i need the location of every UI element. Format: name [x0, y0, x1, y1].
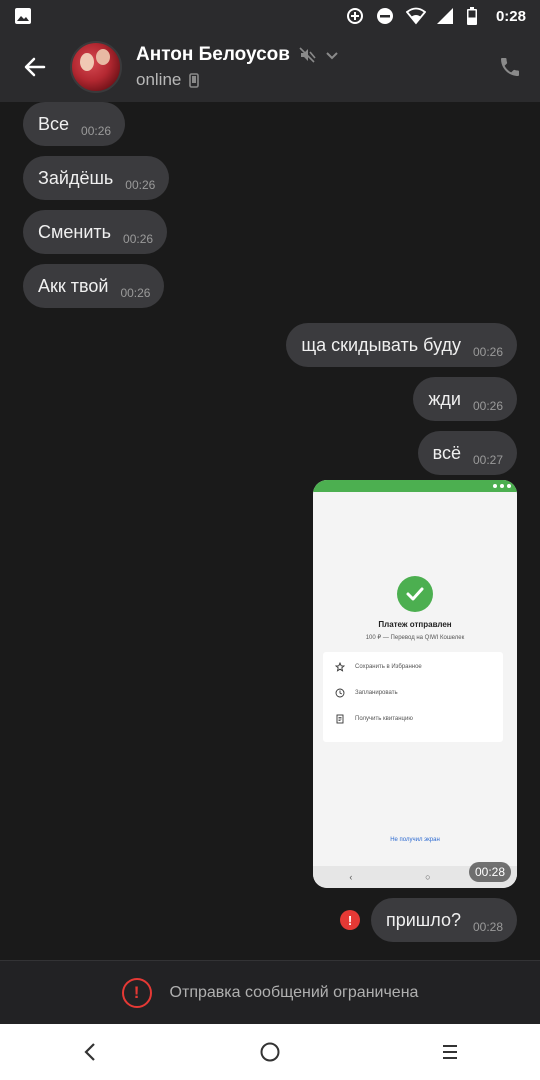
contact-info[interactable]: Антон Белоусов online [136, 44, 340, 90]
message-text: Зайдёшь [38, 167, 114, 188]
messaging-restricted-bar: ! Отправка сообщений ограничена [0, 960, 540, 1024]
image-actions-card: Сохранить в Избранное Запланировать Полу… [323, 652, 503, 742]
send-error-icon[interactable]: ! [340, 910, 360, 930]
image-payment-title: Платеж отправлен [378, 620, 452, 629]
call-button[interactable] [480, 32, 540, 102]
message-text: всё [432, 442, 461, 463]
image-row-text: Получить квитанцию [355, 716, 413, 722]
message-list[interactable]: Все 00:26 Зайдёшь 00:26 Сменить 00:26 Ак… [0, 102, 540, 960]
message-time: 00:27 [472, 453, 503, 467]
image-row-favorite: Сохранить в Избранное [335, 660, 422, 674]
message-bubble-incoming[interactable]: Сменить 00:26 [23, 210, 168, 254]
message-bubble-incoming[interactable]: Акк твой 00:26 [23, 264, 165, 308]
contact-status: online [136, 70, 182, 89]
message-time: 00:26 [472, 345, 503, 359]
contact-name: Антон Белоусов [136, 44, 290, 65]
message-text: Акк твой [38, 275, 109, 296]
message-bubble-outgoing[interactable]: ща скидывать буду 00:26 [286, 323, 517, 367]
message-bubble-incoming[interactable]: Все 00:26 [23, 102, 126, 146]
clock-icon [335, 688, 345, 698]
phone-icon [501, 58, 519, 76]
nav-home-button[interactable] [240, 1024, 300, 1080]
do-not-disturb-icon [376, 7, 394, 25]
message-time: 00:26 [120, 286, 151, 300]
message-text: пришло? [385, 909, 461, 930]
nav-menu-button[interactable] [420, 1024, 480, 1080]
image-row-text: Сохранить в Избранное [355, 664, 422, 670]
menu-icon [443, 1045, 457, 1059]
warning-circle-icon: ! [121, 977, 152, 1008]
data-saver-icon [346, 7, 364, 25]
restricted-text: Отправка сообщений ограничена [169, 983, 419, 1001]
message-bubble-outgoing[interactable]: всё 00:27 [417, 431, 517, 475]
chat-header: Антон Белоусов online [0, 32, 540, 102]
battery-icon [466, 7, 484, 25]
message-text: Все [38, 113, 70, 134]
image-row-schedule: Запланировать [335, 686, 398, 700]
message-time: 00:26 [125, 178, 156, 192]
avatar[interactable] [70, 41, 122, 93]
image-message[interactable]: Платеж отправлен 100 ₽ — Перевод на QIWI… [313, 480, 517, 888]
clock: 0:28 [495, 7, 526, 25]
nav-back-button[interactable] [60, 1024, 120, 1080]
message-text: ща скидывать буду [301, 334, 461, 355]
system-nav-bar [0, 1024, 540, 1080]
message-time: 00:26 [81, 124, 112, 138]
home-circle-icon [260, 1042, 280, 1062]
image-row-receipt: Получить квитанцию [335, 712, 413, 726]
chevron-left-icon [84, 1043, 95, 1061]
message-bubble-outgoing[interactable]: жди 00:26 [413, 377, 517, 421]
message-bubble-incoming[interactable]: Зайдёшь 00:26 [23, 156, 170, 200]
chevron-down-icon[interactable] [324, 47, 340, 63]
arrow-left-icon [24, 57, 46, 77]
message-time: 00:26 [123, 232, 154, 246]
message-text: жди [428, 388, 461, 409]
image-time: 00:28 [468, 862, 511, 882]
image-home-icon: ○ [425, 872, 431, 882]
wifi-icon [405, 7, 427, 25]
signal-icon [436, 7, 454, 25]
message-time: 00:26 [472, 399, 503, 413]
message-time: 00:28 [472, 920, 503, 934]
image-status-bar [313, 480, 517, 492]
image-link-text: Не получил экран [390, 837, 440, 843]
back-button[interactable] [0, 32, 70, 102]
status-bar: 0:28 [0, 0, 540, 32]
image-row-text: Запланировать [355, 690, 398, 696]
message-bubble-outgoing-failed[interactable]: пришло? 00:28 [370, 898, 517, 942]
muted-icon [299, 47, 316, 63]
receipt-icon [336, 714, 344, 724]
gallery-notification-icon [14, 7, 32, 25]
star-icon [335, 662, 345, 672]
image-back-icon: ‹ [349, 872, 353, 882]
mobile-device-icon [189, 72, 200, 88]
checkmark-icon [397, 576, 433, 612]
image-payment-subtitle: 100 ₽ — Перевод на QIWI Кошелек [365, 635, 465, 641]
message-text: Сменить [38, 221, 112, 242]
